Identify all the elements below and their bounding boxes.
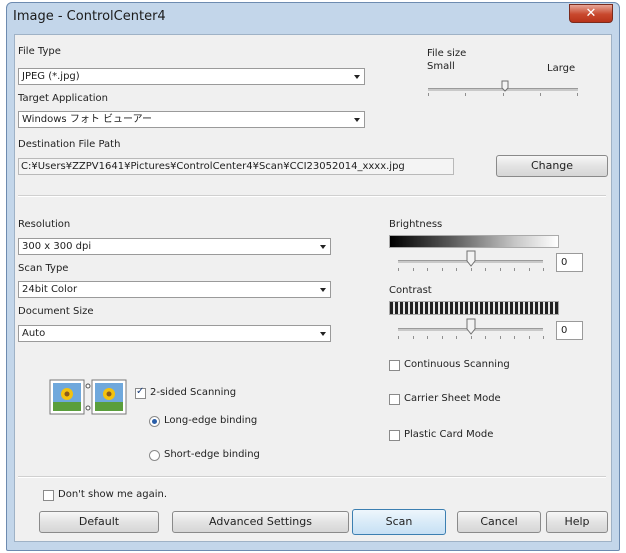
close-button[interactable]: ✕ [569,4,613,23]
contrast-label: Contrast [389,285,432,296]
long-edge-binding-label: Long-edge binding [164,415,258,426]
target-app-label: Target Application [18,93,108,104]
file-type-label: File Type [18,46,61,57]
duplex-pages-icon [49,379,127,415]
file-type-value: JPEG (*.jpg) [22,71,80,82]
tick [528,336,530,339]
tick [499,268,501,271]
resolution-label: Resolution [18,219,71,230]
chevron-down-icon [354,75,360,79]
tick [398,268,399,271]
tick [514,336,515,339]
short-edge-binding-label: Short-edge binding [164,449,260,460]
dialog-window: Image - ControlCenter4 ✕ File Type JPEG … [6,2,620,551]
two-sided-scanning-checkbox[interactable] [135,386,146,399]
help-button[interactable]: Help [546,511,608,533]
tick [456,336,457,339]
contrast-pattern [389,301,559,315]
scan-type-select[interactable]: 24bit Color [18,281,331,298]
carrier-sheet-mode-label: Carrier Sheet Mode [404,393,501,404]
contrast-value-field[interactable]: 0 [556,321,583,340]
title-bar[interactable]: Image - ControlCenter4 ✕ [7,3,619,33]
continuous-scanning-checkbox[interactable] [389,360,400,371]
advanced-settings-button[interactable]: Advanced Settings [172,511,349,533]
change-button[interactable]: Change [496,155,608,177]
tick [470,268,472,271]
file-size-thumb[interactable] [501,80,509,92]
target-app-select[interactable]: Windows フォト ビューアー [18,111,365,128]
tick [427,268,428,271]
tick [499,336,501,339]
document-size-select[interactable]: Auto [18,325,331,342]
tick [485,336,486,339]
two-sided-scanning-label: 2-sided Scanning [150,387,237,398]
long-edge-binding-radio[interactable] [149,416,160,427]
dont-show-again-label: Don't show me again. [58,489,167,500]
cancel-button[interactable]: Cancel [457,511,541,533]
tick [412,336,414,339]
default-button[interactable]: Default [39,511,159,533]
document-size-value: Auto [22,328,46,339]
scan-type-label: Scan Type [18,263,69,274]
tick [428,93,429,96]
target-app-value: Windows フォト ビューアー [22,114,152,125]
short-edge-binding-radio[interactable] [149,450,160,461]
tick [427,336,428,339]
brightness-gradient [389,235,559,248]
file-size-large-label: Large [547,63,576,74]
brightness-thumb[interactable] [466,250,476,267]
tick [577,93,578,96]
tick [456,268,457,271]
destination-label: Destination File Path [18,139,121,150]
plastic-card-mode-label: Plastic Card Mode [404,429,494,440]
brightness-value-field[interactable]: 0 [556,253,583,272]
tick [514,268,515,271]
tick [540,93,541,96]
document-size-label: Document Size [18,306,94,317]
tick [441,336,443,339]
plastic-card-mode-checkbox[interactable] [389,430,400,441]
chevron-down-icon [354,118,360,122]
tick [398,336,399,339]
divider [18,476,606,478]
tick [412,268,414,271]
dont-show-again-checkbox[interactable] [43,490,54,501]
tick [503,93,504,96]
file-size-label: File size [427,48,467,59]
resolution-value: 300 x 300 dpi [22,241,92,252]
contrast-thumb[interactable] [466,318,476,335]
tick [470,336,472,339]
carrier-sheet-mode-checkbox[interactable] [389,394,400,405]
resolution-select[interactable]: 300 x 300 dpi [18,238,331,255]
scan-button[interactable]: Scan [352,509,446,535]
divider [18,195,606,197]
tick [441,268,443,271]
scan-type-value: 24bit Color [22,284,78,295]
file-size-small-label: Small [427,61,455,72]
file-type-select[interactable]: JPEG (*.jpg) [18,68,365,85]
destination-path-field[interactable]: C:¥Users¥ZZPV1641¥Pictures¥ControlCenter… [18,158,454,175]
tick [543,268,544,271]
continuous-scanning-label: Continuous Scanning [404,359,510,370]
dialog-body: File Type JPEG (*.jpg) File size Small L… [14,34,612,542]
chevron-down-icon [320,245,326,249]
tick [528,268,530,271]
chevron-down-icon [320,332,326,336]
tick [465,93,466,96]
tick [543,336,544,339]
window-title: Image - ControlCenter4 [13,9,166,24]
brightness-label: Brightness [389,219,443,230]
chevron-down-icon [320,288,326,292]
tick [485,268,486,271]
close-icon: ✕ [585,6,597,21]
